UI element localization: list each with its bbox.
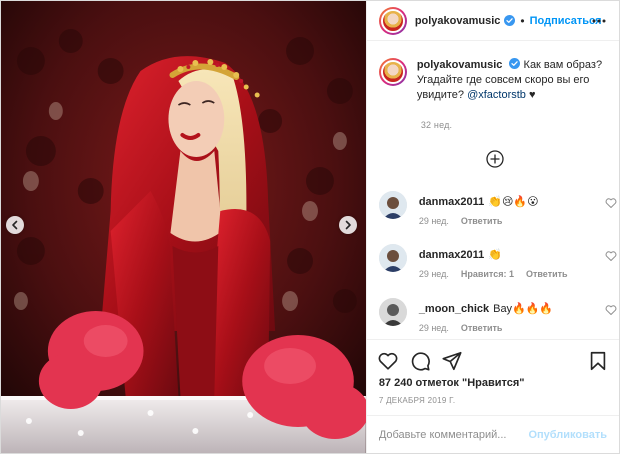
- caption-body: polyakovamusic Как вам образ? Угадайте г…: [417, 58, 611, 103]
- caption-timestamp[interactable]: 32 нед.: [421, 120, 452, 130]
- comment-like-heart-icon[interactable]: [605, 304, 617, 316]
- caption-suffix: ♥: [529, 89, 536, 101]
- comment-text-line: danmax2011 👏😢🔥😮: [419, 195, 539, 208]
- comment-username[interactable]: danmax2011: [419, 196, 484, 208]
- author-avatar[interactable]: [378, 6, 407, 35]
- comment-input[interactable]: [378, 428, 529, 441]
- comment-meta: 29 нед. Ответить: [419, 216, 503, 226]
- comment-time[interactable]: 29 нед.: [419, 323, 449, 333]
- comment-username[interactable]: _moon_chick: [419, 303, 489, 315]
- publish-comment-button[interactable]: Опубликовать: [528, 429, 607, 441]
- post-photo[interactable]: [1, 1, 366, 453]
- commenter-avatar[interactable]: [378, 191, 407, 219]
- heart-outline-icon[interactable]: [377, 350, 399, 372]
- comment-time[interactable]: 29 нед.: [419, 269, 449, 279]
- comment-likes-count[interactable]: Нравится: 1: [461, 269, 514, 279]
- comment-text: Вау🔥🔥🔥: [493, 303, 554, 315]
- reply-button[interactable]: Ответить: [461, 216, 503, 226]
- carousel-prev-button[interactable]: [6, 216, 24, 234]
- comment-like-heart-icon[interactable]: [605, 197, 617, 209]
- post-side-panel: polyakovamusic • Подписаться polyakovamu…: [365, 1, 619, 453]
- more-options-icon[interactable]: [591, 14, 607, 28]
- plus-circle-icon[interactable]: [486, 150, 504, 168]
- comment-text: 👏😢🔥😮: [488, 196, 539, 208]
- comment-item: danmax2011 👏😢🔥😮 29 нед. Ответить: [378, 191, 617, 235]
- comment-bubble-icon[interactable]: [409, 350, 431, 372]
- chevron-right-icon: [345, 220, 351, 230]
- likes-count[interactable]: 87 240 отметок "Нравится": [379, 377, 525, 389]
- post-actions-bar: [366, 339, 619, 379]
- caption-username[interactable]: polyakovamusic: [417, 59, 503, 71]
- comment-item: danmax2011 👏 29 нед. Нравится: 1 Ответить: [378, 244, 617, 288]
- carousel-next-button[interactable]: [338, 216, 357, 234]
- post-caption: polyakovamusic Как вам образ? Угадайте г…: [378, 58, 611, 130]
- header-separator: •: [520, 13, 525, 28]
- post-date[interactable]: 7 ДЕКАБРЯ 2019 Г.: [379, 396, 456, 405]
- verified-badge-icon: [509, 58, 521, 69]
- paper-plane-icon[interactable]: [441, 350, 463, 372]
- reply-button[interactable]: Ответить: [526, 269, 568, 279]
- comment-meta: 29 нед. Нравится: 1 Ответить: [419, 269, 568, 279]
- add-comment-bar: Опубликовать: [366, 415, 619, 453]
- comment-item: _moon_chick Вау🔥🔥🔥 29 нед. Ответить: [378, 298, 617, 342]
- reply-button[interactable]: Ответить: [461, 323, 503, 333]
- comment-time[interactable]: 29 нед.: [419, 216, 449, 226]
- commenter-avatar[interactable]: [378, 298, 407, 326]
- comment-text: 👏: [488, 249, 502, 261]
- instagram-post: polyakovamusic • Подписаться polyakovamu…: [0, 0, 620, 454]
- comment-like-heart-icon[interactable]: [605, 250, 617, 262]
- author-username[interactable]: polyakovamusic: [415, 15, 501, 27]
- comment-meta: 29 нед. Ответить: [419, 323, 503, 333]
- caption-mention-link[interactable]: @xfactorstb: [467, 89, 526, 101]
- comment-username[interactable]: danmax2011: [419, 249, 484, 261]
- commenter-avatar[interactable]: [378, 244, 407, 272]
- caption-avatar[interactable]: [378, 58, 407, 86]
- comment-text-line: danmax2011 👏: [419, 248, 502, 261]
- comment-text-line: _moon_chick Вау🔥🔥🔥: [419, 302, 553, 315]
- bookmark-icon[interactable]: [587, 350, 609, 372]
- verified-badge-icon: [504, 15, 516, 26]
- photo-woman-red-dress: [1, 1, 366, 453]
- chevron-left-icon: [12, 220, 18, 230]
- post-header: polyakovamusic • Подписаться: [366, 1, 619, 41]
